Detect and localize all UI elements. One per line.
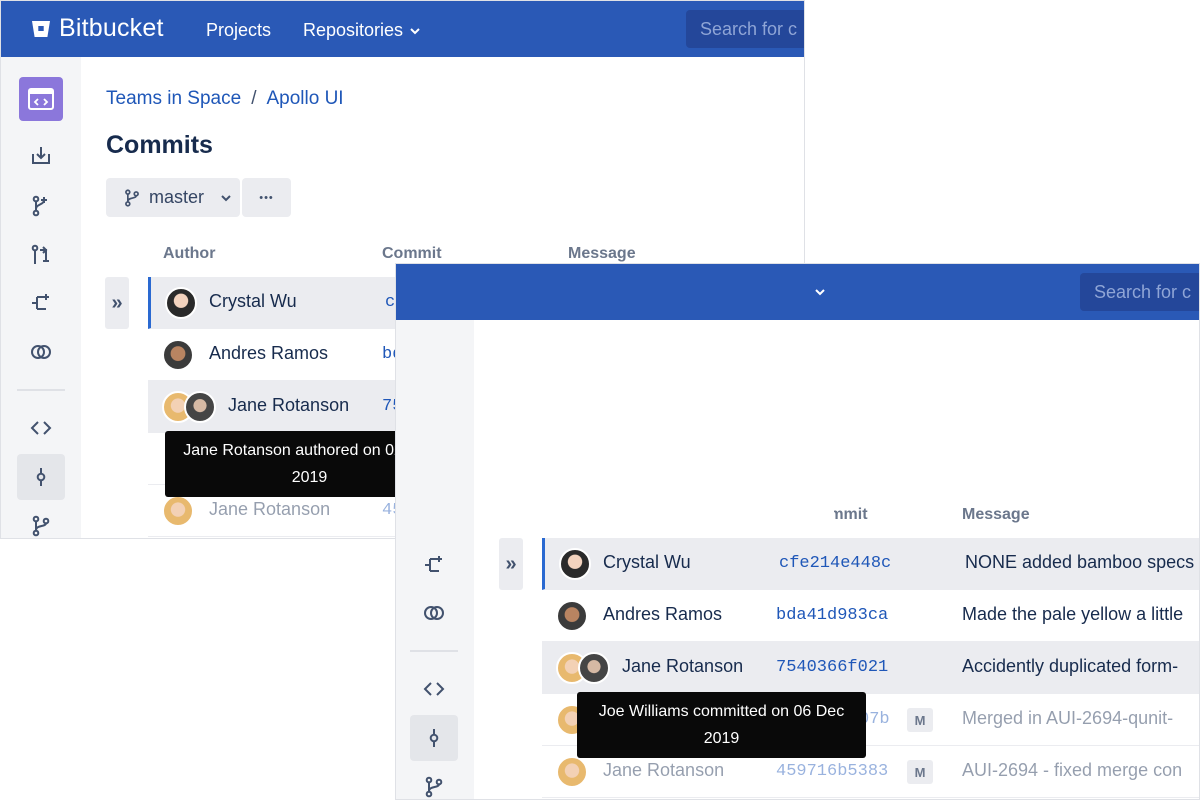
- table-row[interactable]: Crystal Wu cfe214e448c NONE added bamboo…: [542, 538, 1199, 590]
- author-name: Andres Ramos: [603, 604, 723, 624]
- fork-icon[interactable]: [410, 542, 458, 588]
- nav-repositories[interactable]: Repositories: [303, 20, 421, 41]
- column-commit: Commit: [808, 506, 868, 523]
- commit-icon[interactable]: [17, 454, 65, 500]
- avatar: [556, 756, 588, 788]
- chevron-down-icon: [815, 289, 825, 296]
- branch-selector[interactable]: master: [106, 178, 240, 217]
- column-message: Message: [962, 506, 1030, 523]
- commit-icon[interactable]: [410, 715, 458, 761]
- branch-icon[interactable]: [17, 503, 65, 538]
- repository-avatar[interactable]: [19, 77, 63, 121]
- search-input[interactable]: Search for c: [1080, 273, 1199, 311]
- source-icon[interactable]: [17, 133, 65, 179]
- table-row[interactable]: Andres Ramos bda41d983ca Made the pale y…: [542, 590, 1199, 642]
- commit-hash[interactable]: 459716b5383: [776, 762, 888, 781]
- branch-icon[interactable]: [410, 764, 458, 799]
- top-navigation: Bitbucket Projects Repositories Search f…: [1, 1, 804, 57]
- merge-badge: M: [907, 760, 933, 784]
- sidebar: [396, 320, 474, 799]
- commit-hash[interactable]: cfe214e448c: [779, 554, 891, 573]
- tooltip-line: Joe Williams committed on 06 Dec: [598, 703, 845, 720]
- committer-avatar[interactable]: [184, 391, 216, 423]
- sidebar: [1, 57, 81, 538]
- merge-badge: M: [907, 708, 933, 732]
- author-name: Jane Rotanson: [209, 499, 331, 519]
- expand-sidebar-button[interactable]: »: [105, 277, 129, 329]
- sidebar-divider: [17, 389, 65, 391]
- commit-message[interactable]: Made the pale yellow a little: [962, 604, 1183, 625]
- commit-message[interactable]: Accidently duplicated form-: [962, 656, 1178, 677]
- avatar: [559, 548, 591, 580]
- commit-hash[interactable]: bda41d983ca: [776, 606, 888, 625]
- table-row[interactable]: Jane Rotanson 7540366f021 Accidently dup…: [542, 642, 1199, 694]
- screenshot-committed: Search for c Commit Message » Crystal Wu…: [395, 263, 1200, 800]
- top-navigation: Search for c: [396, 264, 1199, 320]
- column-author: Author: [163, 245, 216, 262]
- breadcrumb-project[interactable]: Teams in Space: [106, 88, 241, 109]
- avatar: [162, 495, 194, 527]
- committer-avatar[interactable]: [578, 652, 610, 684]
- branches-icon[interactable]: [17, 183, 65, 229]
- bitbucket-logo-icon: [32, 20, 50, 37]
- author-name: Crystal Wu: [209, 291, 297, 311]
- more-actions-button[interactable]: •••: [242, 178, 291, 217]
- pull-request-icon[interactable]: [17, 232, 65, 278]
- commit-hash[interactable]: 7540366f021: [776, 658, 888, 677]
- compare-icon[interactable]: [410, 590, 458, 636]
- avatar: [165, 287, 197, 319]
- commit-message[interactable]: AUI-2694 - fixed merge con: [962, 760, 1182, 781]
- code-icon: [28, 88, 54, 110]
- chevron-down-icon: [410, 28, 420, 35]
- breadcrumb-separator: /: [251, 88, 257, 109]
- bitbucket-logo[interactable]: Bitbucket: [31, 14, 164, 43]
- commit-message[interactable]: Merged in AUI-2694-qunit-: [962, 708, 1173, 729]
- nav-projects[interactable]: Projects: [206, 20, 271, 41]
- branch-icon: [125, 188, 139, 207]
- author-name: Jane Rotanson: [228, 395, 350, 415]
- author-name: Jane Rotanson: [622, 656, 744, 676]
- compare-icon[interactable]: [17, 329, 65, 375]
- breadcrumb: Teams in Space / Apollo UI: [106, 88, 344, 110]
- committer-tooltip: Joe Williams committed on 06 Dec 2019: [577, 692, 866, 758]
- more-actions-label: •••: [259, 191, 274, 204]
- page-title: Commits: [106, 131, 213, 159]
- app-name: Bitbucket: [59, 14, 164, 42]
- chevron-down-icon: [221, 194, 231, 201]
- avatar: [556, 600, 588, 632]
- column-message: Message: [568, 245, 636, 262]
- author-name: Andres Ramos: [209, 343, 329, 363]
- nav-repositories-label: Repositories: [303, 20, 404, 40]
- fork-icon[interactable]: [17, 280, 65, 326]
- breadcrumb-repo[interactable]: Apollo UI: [266, 88, 343, 109]
- avatar: [162, 339, 194, 371]
- search-input[interactable]: Search for c: [686, 10, 804, 48]
- tooltip-line: 2019: [703, 730, 740, 747]
- column-commit: Commit: [382, 245, 442, 262]
- author-name: Jane Rotanson: [603, 760, 725, 780]
- sidebar-divider: [410, 650, 458, 652]
- branch-name: master: [149, 187, 205, 207]
- expand-sidebar-button[interactable]: »: [499, 538, 523, 590]
- code-icon[interactable]: [17, 405, 65, 451]
- author-name: Crystal Wu: [603, 552, 691, 572]
- code-icon[interactable]: [410, 666, 458, 712]
- commit-message[interactable]: NONE added bamboo specs: [965, 552, 1194, 573]
